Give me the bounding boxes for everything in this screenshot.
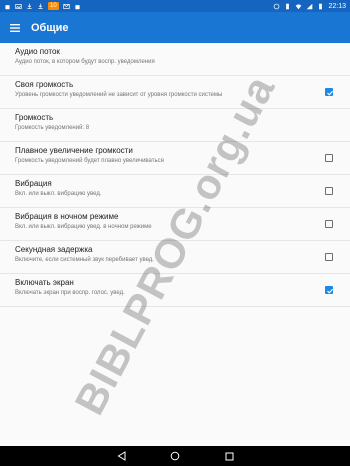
alarm-icon <box>274 3 280 9</box>
setting-gradual-volume[interactable]: Плавное увеличение громкости Громкость у… <box>0 142 350 175</box>
recents-button[interactable] <box>223 450 235 462</box>
checkmark-icon <box>327 90 334 96</box>
second-delay-checkbox[interactable] <box>325 253 333 261</box>
status-time: 22:13 <box>328 2 346 10</box>
status-bar: 10 22:13 <box>0 0 350 12</box>
setting-subtitle: Вкл. или выкл. вибрацию увед. в ночном р… <box>15 224 152 230</box>
setting-volume[interactable]: Громкость Громкость уведомлений: 8 <box>0 109 350 142</box>
download-icon <box>27 3 32 9</box>
vibrate-icon <box>286 3 290 9</box>
image-icon <box>15 3 22 9</box>
setting-subtitle: Вкл. или выкл. вибрацию увед. <box>15 191 102 197</box>
battery-icon <box>319 3 323 9</box>
checkmark-icon <box>327 288 334 294</box>
wifi-icon <box>296 3 302 9</box>
home-button[interactable] <box>169 450 181 462</box>
setting-subtitle: Включите, если системный звук перебивает… <box>15 257 154 263</box>
night-vibration-checkbox[interactable] <box>325 220 333 228</box>
notification-badge: 10 <box>48 2 59 10</box>
android-icon <box>5 4 10 9</box>
setting-title: Аудио поток <box>15 47 60 56</box>
setting-own-volume[interactable]: Своя громкость Уровень громкости уведомл… <box>0 76 350 109</box>
download-icon-2 <box>38 3 43 9</box>
recents-icon <box>225 452 233 460</box>
navigation-bar <box>0 446 350 466</box>
status-left-icons: 10 <box>0 2 81 10</box>
hamburger-menu-icon <box>10 23 20 32</box>
gradual-volume-checkbox[interactable] <box>325 154 333 162</box>
setting-title: Секундная задержка <box>15 245 93 254</box>
own-volume-checkbox[interactable] <box>325 88 334 96</box>
setting-subtitle: Громкость уведомлений будет плавно увели… <box>15 158 164 164</box>
setting-subtitle: Аудио поток, в котором будут воспр. увед… <box>15 59 155 65</box>
vibration-checkbox[interactable] <box>325 187 333 195</box>
setting-title: Громкость <box>15 113 54 122</box>
setting-subtitle: Громкость уведомлений: 8 <box>15 125 90 131</box>
back-icon <box>117 451 125 461</box>
menu-button[interactable] <box>0 12 30 43</box>
setting-title: Включать экран <box>15 278 74 287</box>
setting-title: Вибрация <box>15 179 52 188</box>
status-right-icons: 22:13 <box>273 3 350 10</box>
android-icon-2 <box>75 4 80 9</box>
setting-title: Вибрация в ночном режиме <box>15 212 119 221</box>
setting-title: Своя громкость <box>15 80 74 89</box>
home-icon <box>170 451 180 461</box>
signal-icon <box>307 3 313 9</box>
setting-audio-stream[interactable]: Аудио поток Аудио поток, в котором будут… <box>0 43 350 76</box>
setting-title: Плавное увеличение громкости <box>15 146 133 155</box>
back-button[interactable] <box>115 450 127 462</box>
setting-subtitle: Включать экран при воспр. голос. увед. <box>15 290 125 296</box>
mail-icon <box>63 3 70 9</box>
setting-subtitle: Уровень громкости уведомлений не зависит… <box>15 92 223 98</box>
turn-on-screen-checkbox[interactable] <box>325 286 334 294</box>
page-title: Общие <box>31 21 69 34</box>
toolbar: Общие <box>0 12 350 43</box>
